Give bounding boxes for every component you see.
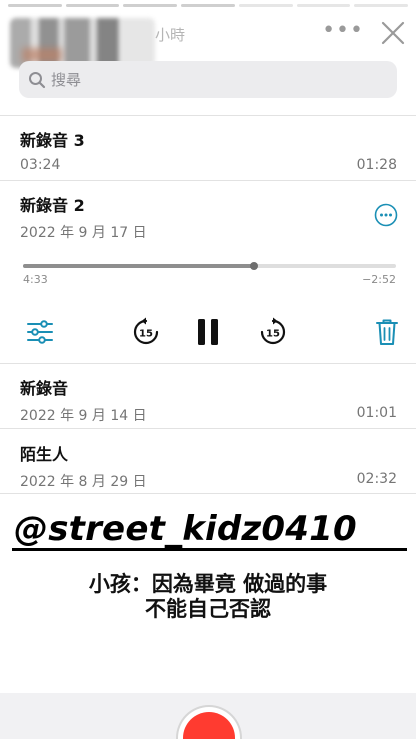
story-progress-segment xyxy=(65,4,120,7)
recording-title: 新錄音 3 xyxy=(20,131,85,150)
recording-duration: 01:01 xyxy=(356,405,397,421)
close-icon[interactable] xyxy=(378,18,408,48)
skip-back-seconds: 15 xyxy=(139,329,153,340)
edit-options-button[interactable] xyxy=(22,314,58,350)
recording-date: 2022 年 9 月 14 日 xyxy=(20,408,147,424)
divider xyxy=(0,363,416,364)
pause-button[interactable] xyxy=(190,314,226,350)
story-progress-segment xyxy=(296,4,351,7)
recording-title: 新錄音 2 xyxy=(20,196,85,215)
watermark-underline xyxy=(12,548,407,551)
story-progress-segment xyxy=(123,4,178,7)
skip-forward-15-icon: 15 xyxy=(260,317,286,345)
divider xyxy=(0,180,416,181)
search-icon xyxy=(29,71,46,88)
recording-date: 2022 年 9 月 17 日 xyxy=(20,225,147,241)
recording-title: 新錄音 xyxy=(20,379,69,398)
more-options-icon[interactable]: ••• xyxy=(322,20,364,42)
trash-icon xyxy=(376,319,398,345)
story-progress-segment xyxy=(8,4,62,7)
story-progress-bars xyxy=(8,4,409,7)
recording-item[interactable]: 新錄音 2022 年 9 月 14 日 01:01 xyxy=(20,375,397,425)
story-progress-segment xyxy=(354,4,409,7)
recording-item[interactable]: 新錄音 3 03:24 01:28 xyxy=(20,127,397,173)
skip-back-15-icon: 15 xyxy=(133,317,159,345)
skip-back-button[interactable]: 15 xyxy=(128,314,164,350)
divider xyxy=(0,428,416,429)
story-progress-segment xyxy=(181,4,235,7)
sliders-icon xyxy=(27,320,53,344)
recording-duration: 01:28 xyxy=(356,157,397,173)
divider xyxy=(0,115,416,116)
more-actions-icon[interactable] xyxy=(374,203,398,227)
watermark-handle: @street_kidz0410 xyxy=(13,508,357,550)
recording-item[interactable]: 陌生人 2022 年 8 月 29 日 02:32 xyxy=(20,441,397,491)
skip-forward-seconds: 15 xyxy=(266,329,280,340)
pause-icon xyxy=(198,319,218,345)
story-header: 小時 ••• xyxy=(0,10,416,68)
subtitle-line-2: 不能自己否認 xyxy=(145,597,271,621)
scrubber-thumb[interactable] xyxy=(250,262,259,270)
recording-duration: 02:32 xyxy=(356,471,397,487)
story-time-ago: 小時 xyxy=(155,26,186,44)
search-field[interactable]: 搜尋 xyxy=(19,61,397,98)
recording-title: 陌生人 xyxy=(20,445,69,464)
skip-forward-button[interactable]: 15 xyxy=(255,314,291,350)
recording-item-expanded[interactable]: 新錄音 2 2022 年 9 月 17 日 xyxy=(20,192,397,242)
search-placeholder: 搜尋 xyxy=(51,71,82,89)
delete-button[interactable] xyxy=(369,314,405,350)
recording-date: 2022 年 8 月 29 日 xyxy=(20,474,147,490)
scrubber-progress xyxy=(23,264,255,268)
divider xyxy=(0,493,416,494)
story-progress-segment xyxy=(238,4,293,7)
playback-scrubber[interactable] xyxy=(23,262,396,270)
recording-date: 03:24 xyxy=(20,157,61,173)
remaining-time: −2:52 xyxy=(362,273,396,286)
record-icon xyxy=(183,712,235,739)
voice-memos-story-screen: 小時 ••• 搜尋 新錄音 3 03:24 01:28 新錄音 2 2022 年… xyxy=(0,0,416,739)
playback-controls: 15 15 xyxy=(0,314,416,350)
elapsed-time: 4:33 xyxy=(23,273,48,286)
